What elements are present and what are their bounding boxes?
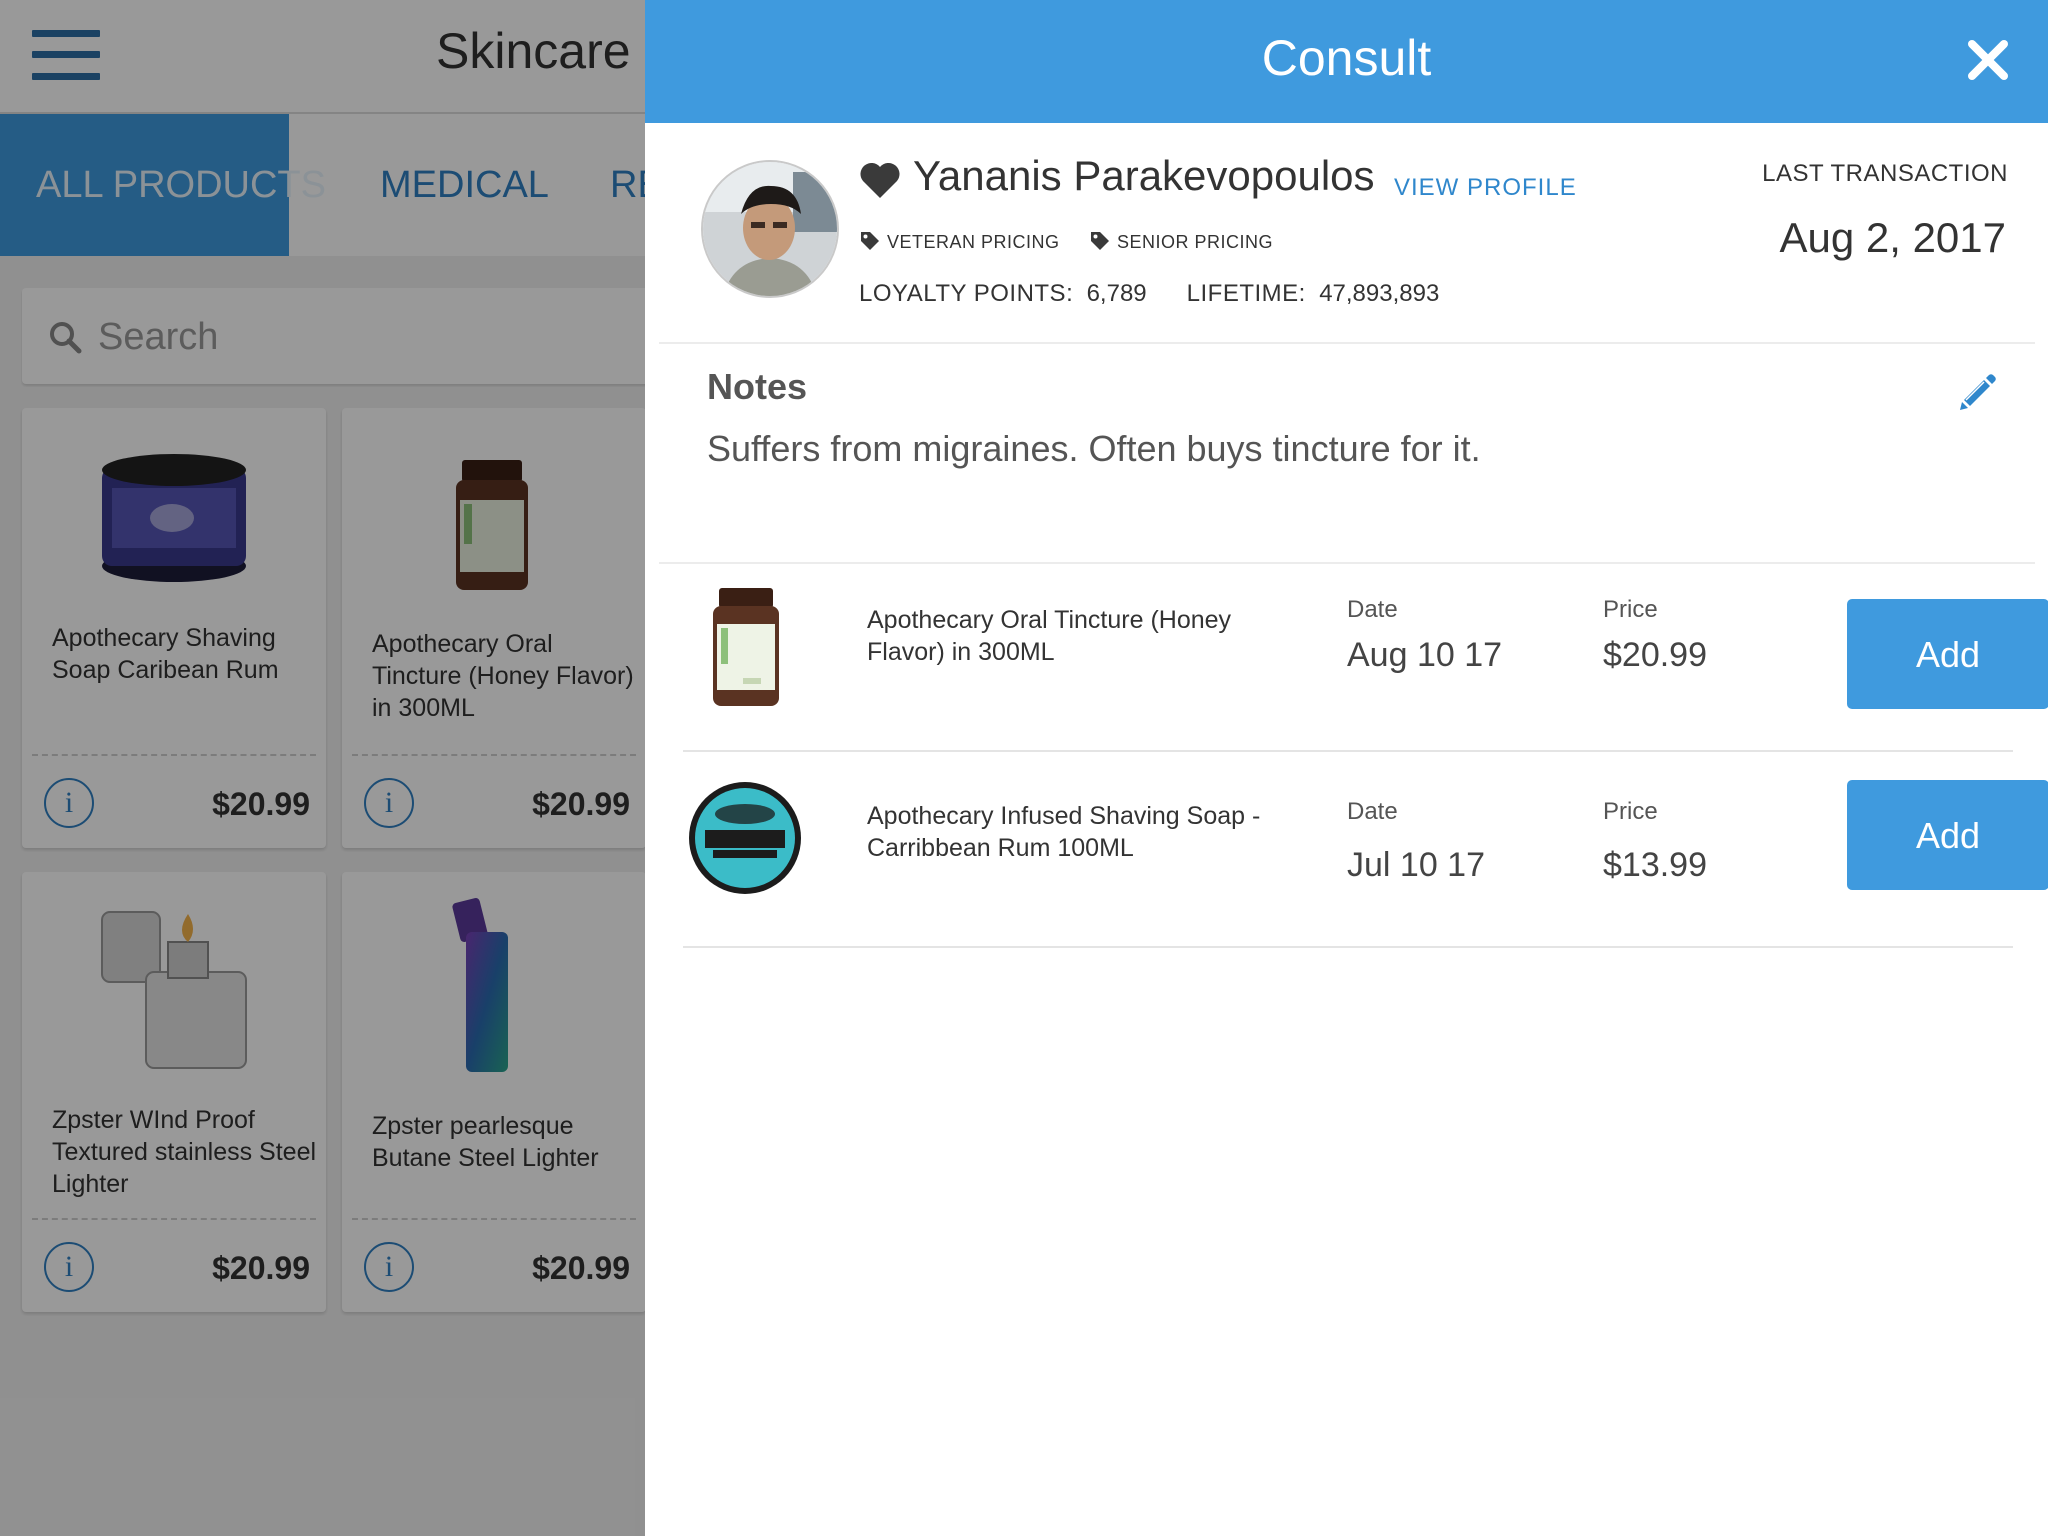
badge-label: SENIOR PRICING (1117, 232, 1274, 252)
product-thumbnail (689, 782, 801, 894)
purchase-date: Jul 10 17 (1347, 846, 1485, 884)
history-product-name: Apothecary Oral Tincture (Honey Flavor) … (867, 606, 1232, 666)
customer-name: Yananis Parakevopoulos (913, 152, 1375, 199)
consult-panel: Consult Yananis Parakevopoulos VIEW PROF… (645, 0, 2048, 1536)
modal-backdrop[interactable] (0, 0, 645, 1536)
history-row: Apothecary Infused Shaving Soap - Carrib… (683, 776, 2048, 926)
last-transaction-date: Aug 2, 2017 (1779, 214, 2006, 261)
row-divider (683, 750, 2013, 752)
purchase-price: $13.99 (1603, 846, 1707, 884)
tag-icon (1091, 232, 1109, 250)
date-label: Date (1347, 798, 1398, 825)
history-row: Apothecary Oral Tincture (Honey Flavor) … (683, 586, 2048, 736)
section-divider (659, 562, 2035, 564)
purchase-price: $20.99 (1603, 636, 1707, 674)
veteran-pricing-badge: VETERAN PRICING (859, 230, 1060, 253)
avatar[interactable] (701, 160, 839, 298)
heart-icon[interactable] (859, 160, 901, 200)
panel-title: Consult (1261, 30, 1432, 86)
edit-pencil-icon[interactable] (1956, 370, 2000, 414)
badge-label: VETERAN PRICING (887, 232, 1060, 252)
date-label: Date (1347, 596, 1398, 623)
lifetime-value: 47,893,893 (1319, 280, 1440, 307)
add-button[interactable]: Add (1847, 599, 2048, 709)
lifetime-label: LIFETIME: (1186, 280, 1306, 307)
notes-text: Suffers from migraines. Often buys tinct… (707, 428, 1481, 469)
close-icon[interactable] (1966, 38, 2010, 82)
notes-title: Notes (707, 366, 808, 407)
view-profile-link[interactable]: VIEW PROFILE (1394, 174, 1577, 202)
history-product-name: Apothecary Infused Shaving Soap - Carrib… (867, 802, 1261, 862)
loyalty-info: LOYALTY POINTS: 6,789 LIFETIME: 47,893,8… (859, 280, 1439, 308)
row-divider (683, 946, 2013, 948)
product-thumbnail (713, 588, 779, 706)
loyalty-label: LOYALTY POINTS: (859, 280, 1074, 307)
panel-header: Consult (645, 0, 2048, 123)
loyalty-value: 6,789 (1086, 280, 1147, 307)
add-button[interactable]: Add (1847, 780, 2048, 890)
senior-pricing-badge: SENIOR PRICING (1089, 230, 1273, 253)
tag-icon (861, 232, 879, 250)
section-divider (659, 342, 2035, 344)
price-label: Price (1603, 596, 1658, 623)
purchase-date: Aug 10 17 (1347, 636, 1503, 674)
price-label: Price (1603, 798, 1658, 825)
last-transaction-label: LAST TRANSACTION (1762, 160, 2008, 187)
